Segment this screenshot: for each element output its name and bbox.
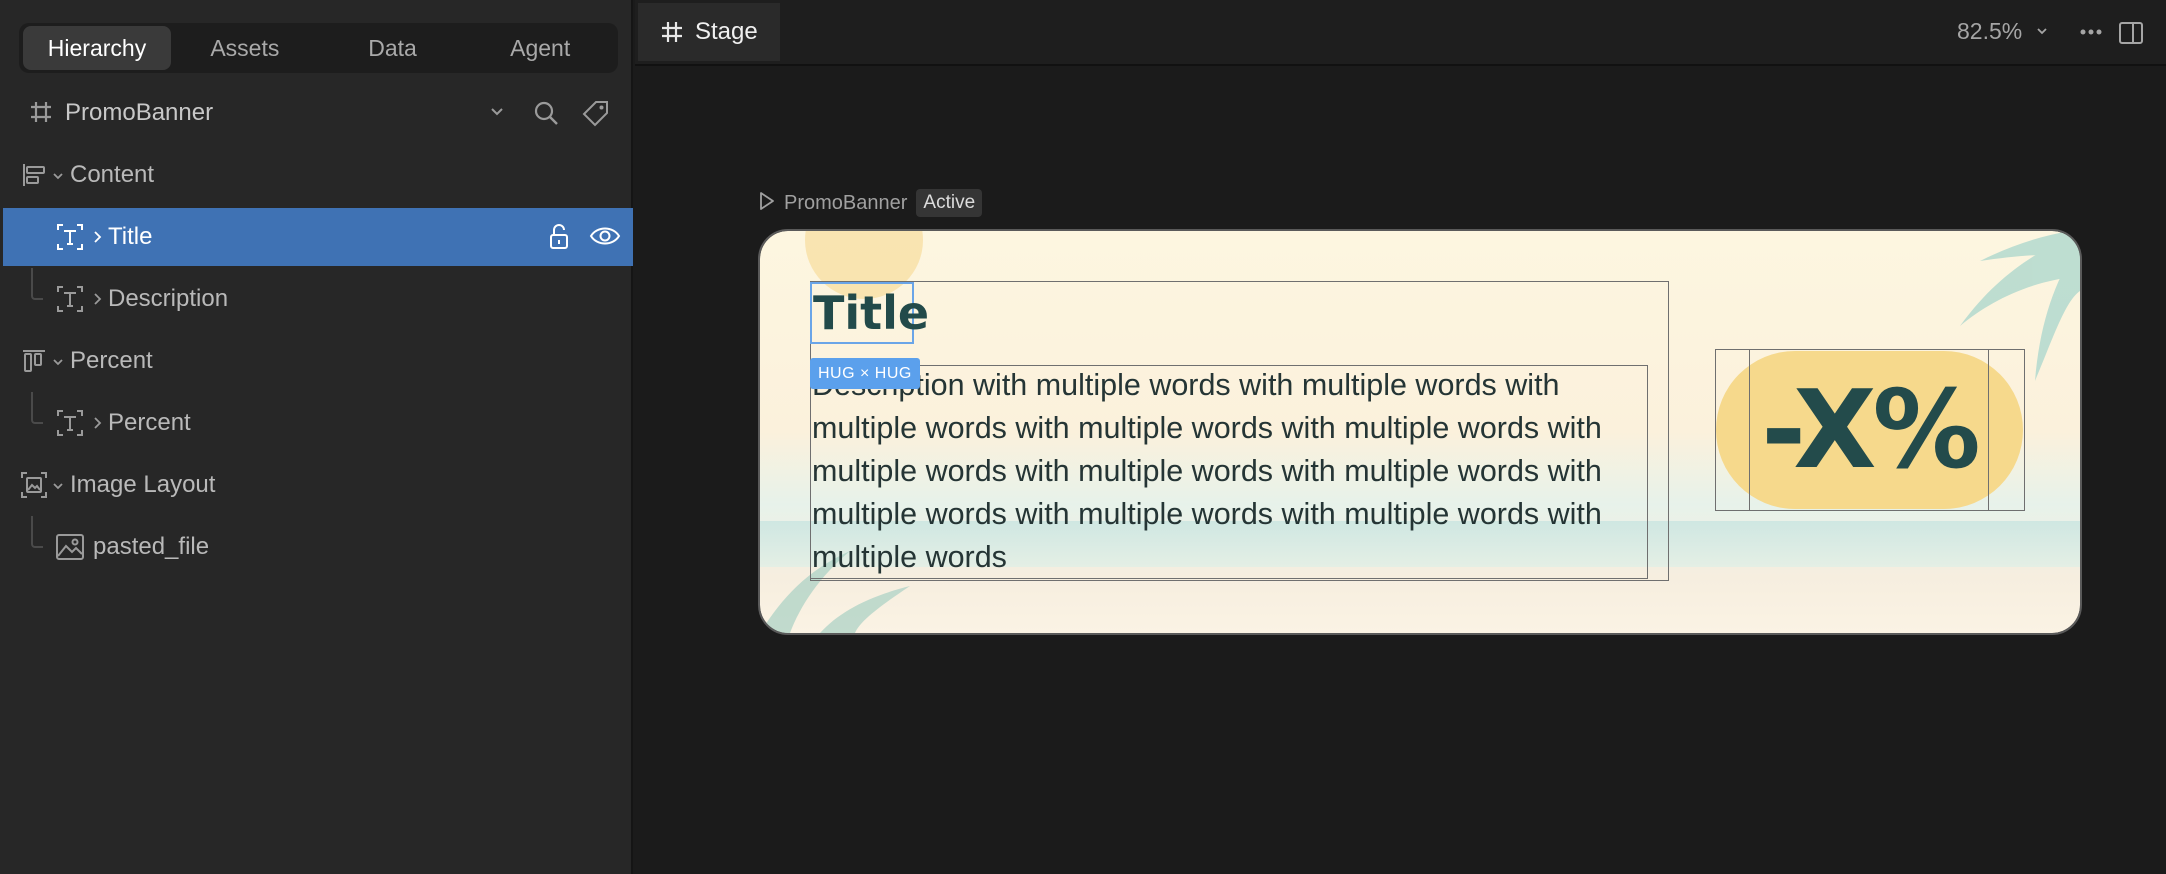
tree-item-content[interactable]: Content [3, 146, 633, 204]
play-icon[interactable] [758, 190, 776, 217]
chevron-down-icon[interactable] [52, 355, 64, 373]
banner-title[interactable]: Title [810, 282, 929, 344]
banner-description[interactable]: Description with multiple words with mul… [812, 364, 1642, 579]
stage-tab[interactable]: Stage [638, 3, 780, 61]
stage-area: Stage 82.5% PromoBanner Active Descripti… [635, 0, 2166, 874]
eye-icon[interactable] [589, 224, 621, 253]
chevron-right-icon[interactable] [91, 292, 103, 311]
text-icon [55, 408, 85, 443]
more-options-icon[interactable] [2078, 22, 2104, 47]
component-name: PromoBanner [65, 99, 214, 126]
tree-item-label: Percent [108, 409, 191, 436]
frame-name: PromoBanner [784, 191, 908, 214]
tree-item-label: Title [108, 223, 153, 250]
chevron-right-icon[interactable] [91, 230, 103, 249]
chevron-down-icon[interactable] [488, 102, 506, 125]
banner-percent[interactable]: -X% [1749, 349, 1989, 511]
frame-label[interactable]: PromoBanner Active [758, 188, 983, 218]
state-badge[interactable]: Active [916, 189, 983, 217]
panel-tabs: Hierarchy Assets Data Agent [19, 23, 618, 73]
image-icon [55, 533, 85, 566]
tree-item-title[interactable]: Title [3, 208, 633, 266]
vertical-layout-icon [21, 348, 47, 379]
tree-item-percent-group[interactable]: Percent [3, 332, 633, 390]
tree-item-label: Image Layout [70, 471, 216, 498]
tag-icon[interactable] [582, 99, 610, 132]
tree-item-description[interactable]: Description [3, 270, 633, 328]
tree-item-label: pasted_file [93, 533, 210, 560]
tab-assets[interactable]: Assets [171, 26, 319, 70]
text-icon [55, 222, 85, 257]
tab-data[interactable]: Data [319, 26, 467, 70]
chevron-down-icon[interactable] [52, 479, 64, 497]
zoom-level[interactable]: 82.5% [1957, 18, 2022, 45]
tab-hierarchy[interactable]: Hierarchy [23, 26, 171, 70]
tree-item-label: Content [70, 161, 155, 188]
tree-item-image-layout[interactable]: Image Layout [3, 456, 633, 514]
stage-tab-label: Stage [695, 18, 758, 45]
size-badge[interactable]: HUG × HUG [810, 358, 920, 389]
left-panel: Hierarchy Assets Data Agent PromoBanner … [0, 0, 633, 874]
component-selector[interactable]: PromoBanner [0, 90, 633, 136]
chevron-down-icon[interactable] [2035, 24, 2049, 43]
tree-item-percent-text[interactable]: Percent [3, 394, 633, 452]
text-icon [55, 284, 85, 319]
chevron-down-icon[interactable] [52, 169, 64, 187]
frame-hash-icon [28, 99, 54, 130]
tab-agent[interactable]: Agent [466, 26, 614, 70]
image-layout-icon [20, 471, 48, 504]
tree-item-label: Description [108, 285, 229, 312]
frame-hash-icon [660, 20, 684, 49]
tree-item-label: Percent [70, 347, 153, 374]
stage-toolbar: Stage 82.5% [635, 0, 2166, 66]
promo-banner[interactable]: Description with multiple words with mul… [758, 229, 2082, 635]
panel-toggle-icon[interactable] [2118, 20, 2144, 51]
chevron-right-icon[interactable] [91, 416, 103, 435]
unlock-icon[interactable] [548, 223, 570, 256]
horizontal-layout-icon [21, 162, 47, 193]
search-icon[interactable] [532, 99, 560, 132]
tree-item-pasted-file[interactable]: pasted_file [3, 518, 633, 576]
